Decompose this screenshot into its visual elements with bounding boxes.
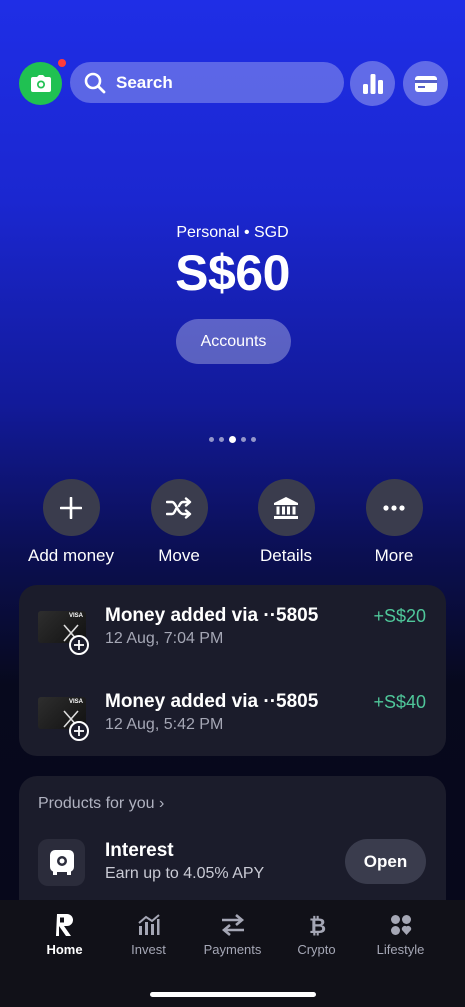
top-bar: Search <box>19 59 448 106</box>
invest-chart-icon <box>137 914 160 935</box>
notification-dot <box>58 59 66 67</box>
open-button[interactable]: Open <box>345 839 426 884</box>
nav-payments[interactable]: Payments <box>186 910 279 957</box>
more-button[interactable]: More <box>339 479 449 566</box>
add-money-button[interactable]: Add money <box>16 479 126 566</box>
shuffle-icon <box>166 496 192 519</box>
transaction-date: 12 Aug, 7:04 PM <box>105 630 224 647</box>
products-header-link[interactable]: Products for you › <box>38 795 164 813</box>
svg-text:₿: ₿ <box>309 914 326 937</box>
nav-home-icon-wrap <box>18 910 111 940</box>
plus-icon <box>74 640 84 650</box>
carousel-dot-active <box>229 436 236 443</box>
nav-home-label: Home <box>46 942 83 957</box>
nav-invest-label: Invest <box>131 942 166 957</box>
balance-section: Personal • SGD S$60 <box>0 224 465 302</box>
nav-home[interactable]: Home <box>18 910 111 957</box>
transaction-date: 12 Aug, 5:42 PM <box>105 716 224 733</box>
details-label: Details <box>260 546 312 565</box>
details-circle <box>257 479 315 536</box>
search-bar[interactable]: Search <box>70 62 344 103</box>
transaction-row[interactable]: VISA Money added via ··5805 12 Aug, 7:04… <box>19 585 446 671</box>
more-circle <box>365 479 423 536</box>
card-icon <box>414 75 437 92</box>
plus-icon <box>74 726 84 736</box>
home-indicator <box>150 992 316 997</box>
interest-title: Interest <box>105 840 174 861</box>
plus-icon <box>60 496 82 519</box>
more-icon <box>383 504 405 511</box>
bar-chart-icon <box>362 73 383 94</box>
add-badge-icon <box>69 721 89 741</box>
bitcoin-icon: ₿ <box>309 914 326 937</box>
nav-payments-icon-wrap <box>186 910 279 940</box>
vault-icon <box>49 849 74 875</box>
transaction-amount: +S$40 <box>373 692 426 712</box>
nav-crypto[interactable]: ₿ Crypto <box>270 910 363 957</box>
add-badge-icon <box>69 635 89 655</box>
carousel-indicator <box>0 436 465 443</box>
search-placeholder: Search <box>116 72 173 92</box>
carousel-dot <box>241 437 246 442</box>
transactions-card: VISA Money added via ··5805 12 Aug, 7:04… <box>19 585 446 756</box>
bottom-navigation: Home Invest Payments ₿ Crypto Lifestyle <box>0 900 465 1007</box>
transaction-amount: +S$20 <box>373 606 426 626</box>
nav-invest-icon-wrap <box>102 910 195 940</box>
transfer-arrows-icon <box>221 914 244 936</box>
analytics-button[interactable] <box>350 61 395 106</box>
nav-lifestyle[interactable]: Lifestyle <box>354 910 447 957</box>
nav-invest[interactable]: Invest <box>102 910 195 957</box>
carousel-dot <box>251 437 256 442</box>
nav-crypto-icon-wrap: ₿ <box>270 910 363 940</box>
lifestyle-icon <box>390 915 411 935</box>
move-label: Move <box>158 546 200 565</box>
camera-icon <box>30 74 51 92</box>
account-label: Personal • SGD <box>176 224 289 241</box>
transaction-title: Money added via ··5805 <box>105 605 319 626</box>
balance-amount[interactable]: S$60 <box>0 244 465 302</box>
carousel-dot <box>219 437 224 442</box>
nav-lifestyle-icon-wrap <box>354 910 447 940</box>
nav-crypto-label: Crypto <box>297 942 336 957</box>
nav-lifestyle-label: Lifestyle <box>376 942 425 957</box>
transaction-title: Money added via ··5805 <box>105 691 319 712</box>
bank-icon <box>274 496 298 519</box>
interest-icon <box>38 839 85 886</box>
move-button[interactable]: Move <box>124 479 234 566</box>
details-button[interactable]: Details <box>231 479 341 566</box>
carousel-dot <box>209 437 214 442</box>
interest-subtitle: Earn up to 4.05% APY <box>105 865 265 882</box>
nav-payments-label: Payments <box>203 942 262 957</box>
search-icon <box>84 72 106 93</box>
transaction-row[interactable]: VISA Money added via ··5805 12 Aug, 5:42… <box>19 671 446 757</box>
add-money-circle <box>42 479 100 536</box>
cards-button[interactable] <box>403 61 448 106</box>
revolut-r-icon <box>55 914 73 936</box>
accounts-button[interactable]: Accounts <box>176 319 291 364</box>
camera-button[interactable] <box>19 59 66 105</box>
more-label: More <box>374 546 414 565</box>
move-circle <box>150 479 208 536</box>
add-money-label: Add money <box>28 546 114 565</box>
